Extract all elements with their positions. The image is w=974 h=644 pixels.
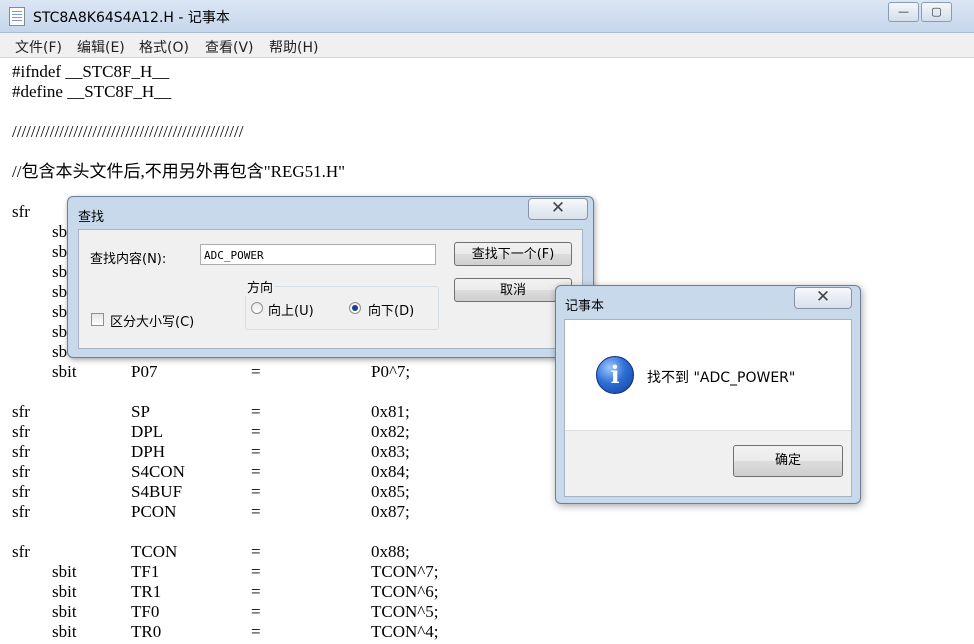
code-token: sfr [12, 502, 30, 521]
code-line: #ifndef __STC8F_H__ [12, 62, 170, 81]
code-line: ////////////////////////////////////////… [12, 122, 244, 141]
direction-up-label[interactable]: 向上(U) [268, 300, 314, 319]
code-token: DPL [131, 422, 164, 441]
code-token: = [251, 362, 261, 381]
code-token: sb [52, 282, 68, 301]
code-token: TCON^6; [371, 582, 439, 601]
find-dialog: 查找 ✕ 查找内容(N): ADC_POWER 查找下一个(F) 取消 方向 向… [67, 196, 594, 358]
code-token: sbit [52, 622, 77, 641]
code-token: sbit [52, 582, 77, 601]
code-token: 0x85; [371, 482, 410, 501]
code-token: 0x84; [371, 462, 410, 481]
menu-edit[interactable]: 编辑(E) [77, 37, 125, 57]
match-case-checkbox[interactable] [91, 313, 104, 326]
menu-view[interactable]: 查看(V) [205, 37, 254, 57]
code-token: 0x87; [371, 502, 410, 521]
code-token: 0x82; [371, 422, 410, 441]
code-token: TCON^4; [371, 622, 439, 641]
code-token: S4CON [131, 462, 185, 481]
code-token: = [251, 402, 261, 421]
code-line: //包含本头文件后,不用另外再包含"REG51.H" [12, 162, 346, 181]
match-case-label[interactable]: 区分大小写(C) [110, 311, 194, 330]
code-token: sfr [12, 462, 30, 481]
find-what-label: 查找内容(N): [90, 252, 167, 267]
code-token: P07 [131, 362, 158, 381]
code-token: = [251, 462, 261, 481]
message-box: 记事本 ✕ i 找不到 "ADC_POWER" 确定 [555, 285, 861, 504]
message-box-footer: 确定 [565, 430, 851, 496]
code-token: 0x81; [371, 402, 410, 421]
code-token: sfr [12, 202, 30, 221]
code-token: sfr [12, 422, 30, 441]
code-token: = [251, 582, 261, 601]
code-token: sb [52, 302, 68, 321]
code-token: TF0 [131, 602, 160, 621]
find-close-button[interactable]: ✕ [528, 198, 588, 220]
code-token: P0^7; [371, 362, 411, 381]
code-token: TCON^5; [371, 602, 439, 621]
menu-help[interactable]: 帮助(H) [269, 37, 318, 57]
ok-button[interactable]: 确定 [733, 445, 843, 477]
message-text: 找不到 "ADC_POWER" [647, 370, 796, 386]
notepad-icon [9, 7, 25, 26]
find-next-button[interactable]: 查找下一个(F) [454, 242, 572, 266]
code-token: = [251, 622, 261, 641]
minimize-button[interactable]: — [888, 2, 919, 22]
menu-file[interactable]: 文件(F) [15, 37, 62, 57]
code-line: #define __STC8F_H__ [12, 82, 172, 101]
code-token: sb [52, 222, 68, 241]
code-token: DPH [131, 442, 166, 461]
direction-down-label[interactable]: 向下(D) [368, 300, 414, 319]
code-token: sfr [12, 402, 30, 421]
code-token: TCON^7; [371, 562, 439, 581]
code-token: sbit [52, 562, 77, 581]
menu-format[interactable]: 格式(O) [139, 37, 189, 57]
code-token: SP [131, 402, 150, 421]
direction-up-radio[interactable] [251, 302, 263, 314]
code-token: sbit [52, 362, 77, 381]
code-token: = [251, 482, 261, 501]
direction-down-radio[interactable] [349, 302, 361, 314]
find-dialog-body: 查找内容(N): ADC_POWER 查找下一个(F) 取消 方向 向上(U) … [78, 229, 583, 349]
code-token: = [251, 502, 261, 521]
code-token: = [251, 542, 261, 561]
direction-label: 方向 [245, 277, 276, 296]
message-close-button[interactable]: ✕ [794, 287, 852, 309]
code-token: = [251, 602, 261, 621]
code-token: sfr [12, 482, 30, 501]
code-token: sb [52, 262, 68, 281]
code-token: = [251, 422, 261, 441]
code-token: TR0 [131, 622, 162, 641]
code-token: = [251, 562, 261, 581]
code-token: TR1 [131, 582, 162, 601]
message-box-body: i 找不到 "ADC_POWER" 确定 [564, 319, 852, 497]
code-token: sfr [12, 542, 30, 561]
code-token: sbit [52, 602, 77, 621]
code-token: sfr [12, 442, 30, 461]
code-token: = [251, 442, 261, 461]
window-title: STC8A8K64S4A12.H - 记事本 [33, 10, 230, 26]
maximize-button[interactable]: ▢ [921, 2, 952, 22]
code-token: sb [52, 322, 68, 341]
message-box-title: 记事本 [565, 299, 605, 314]
code-token: 0x83; [371, 442, 410, 461]
find-dialog-title: 查找 [78, 210, 105, 225]
info-icon: i [596, 356, 634, 394]
code-token: TCON [131, 542, 178, 561]
find-what-input[interactable]: ADC_POWER [200, 244, 436, 265]
code-token: sb [52, 242, 68, 261]
code-token: TF1 [131, 562, 160, 581]
code-token: PCON [131, 502, 177, 521]
code-token: 0x88; [371, 542, 410, 561]
code-token: sb [52, 342, 68, 361]
title-bar: STC8A8K64S4A12.H - 记事本 — ▢ [0, 0, 974, 33]
code-token: S4BUF [131, 482, 183, 501]
menu-bar: 文件(F) 编辑(E) 格式(O) 查看(V) 帮助(H) [0, 33, 974, 58]
